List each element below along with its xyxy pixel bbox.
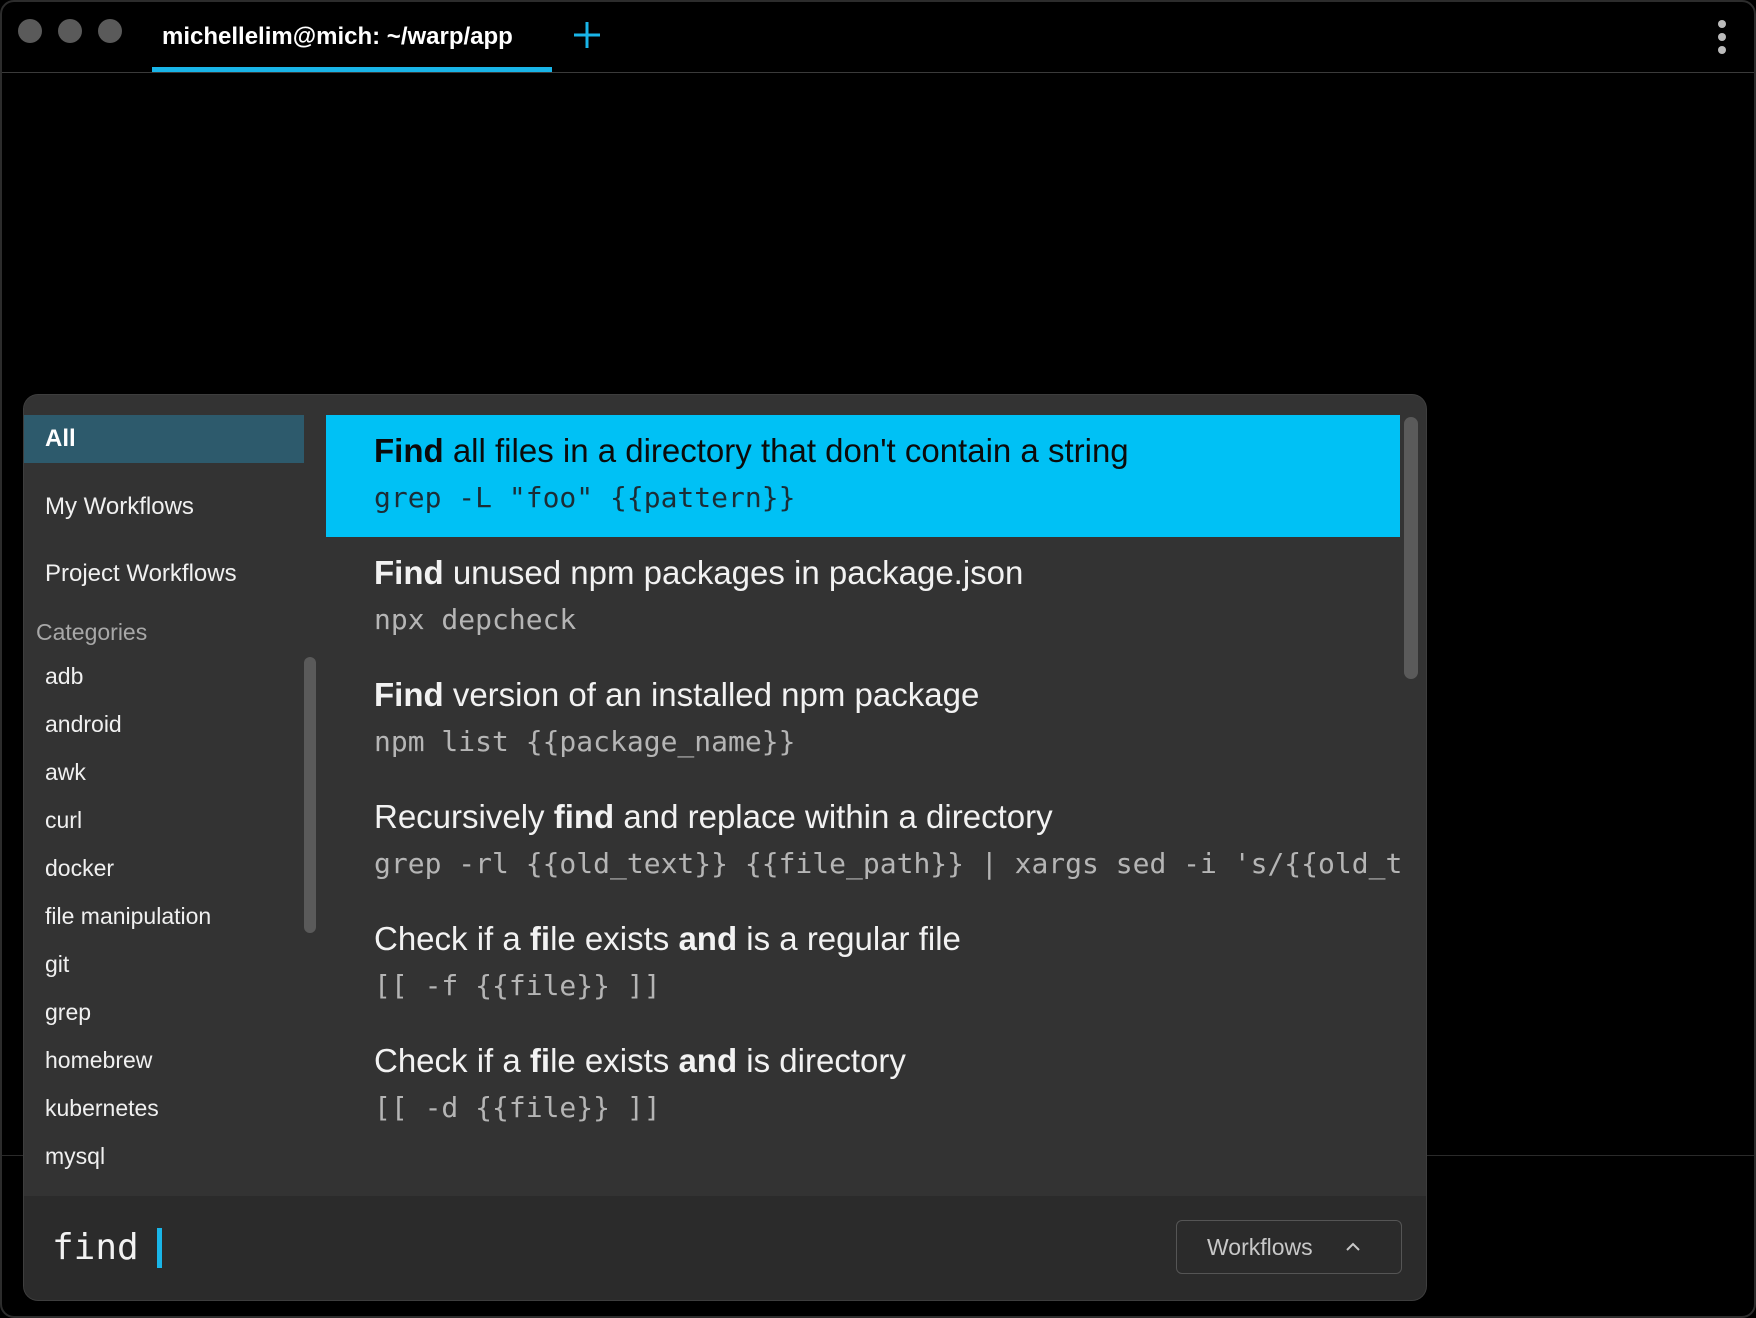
zoom-window-button[interactable] [98,19,122,43]
workflow-title-segment: and replace within a directory [614,798,1053,835]
category-item-docker[interactable]: docker [45,853,114,883]
categories-header: Categories [36,619,148,645]
sidebar-item-project-workflows[interactable]: Project Workflows [24,550,304,598]
category-item-mysql[interactable]: mysql [45,1141,105,1171]
category-item-curl[interactable]: curl [45,805,82,835]
workflow-title-segment: unused npm packages in package.json [443,554,1024,591]
workflow-command: [[ -f {{file}} ]] [374,969,661,1002]
workflow-result[interactable]: Check if a file exists and is directory … [326,1025,1400,1147]
workflows-mode-button[interactable]: Workflows [1176,1220,1402,1274]
category-item-git[interactable]: git [45,949,69,979]
workflow-title-segment: is directory [737,1042,906,1079]
close-window-button[interactable] [18,19,42,43]
workflow-command: [[ -d {{file}} ]] [374,1091,661,1124]
workflow-result[interactable]: Find all files in a directory that don't… [326,415,1400,537]
workflow-command: grep -L "foo" {{pattern}} [374,481,796,514]
workflow-title-segment: version of an installed npm package [443,676,980,713]
text-cursor [157,1228,162,1268]
workflow-title-segment: Check if a [374,920,530,957]
workflow-title-segment: fi [529,920,551,957]
category-item-adb[interactable]: adb [45,661,83,691]
results-scrollbar[interactable] [1404,417,1418,679]
workflow-results-list: Find all files in a directory that don't… [326,415,1402,1195]
workflow-result[interactable]: Recursively find and replace within a di… [326,781,1400,903]
workflows-panel: All My Workflows Project Workflows Categ… [24,395,1426,1300]
chevron-up-icon [1346,1242,1360,1251]
kebab-menu-icon[interactable] [1716,20,1728,60]
workflow-title-segment: Find [374,676,444,713]
title-bar: michellelim@mich: ~/warp/app [2,2,1754,73]
workflow-title: Find unused npm packages in package.json [374,553,1023,593]
category-item-awk[interactable]: awk [45,757,86,787]
workflow-command: npx depcheck [374,603,577,636]
workflow-title: Check if a file exists and is a regular … [374,919,961,959]
category-item-android[interactable]: android [45,709,122,739]
workflow-title-segment: and [678,920,738,957]
workflow-title: Find all files in a directory that don't… [374,431,1129,471]
category-item-homebrew[interactable]: homebrew [45,1045,152,1075]
workflow-title: Check if a file exists and is directory [374,1041,906,1081]
workflow-result[interactable]: Check if a file exists and is a regular … [326,903,1400,1025]
workflows-sidebar: All My Workflows Project Workflows Categ… [24,395,320,1195]
workflow-title-segment: le exists [550,920,679,957]
workflow-result[interactable]: Find version of an installed npm package… [326,659,1400,781]
sidebar-item-my-workflows[interactable]: My Workflows [24,483,304,531]
workflow-title: Recursively find and replace within a di… [374,797,1053,837]
workflow-title-segment: le exists [550,1042,679,1079]
workflow-title: Find version of an installed npm package [374,675,979,715]
workflow-title-segment: all files in a directory that don't cont… [443,432,1129,469]
workflow-title-segment: Recursively [374,798,554,835]
workflow-title-segment: Check if a [374,1042,530,1079]
workflow-title-segment: and [678,1042,738,1079]
mode-button-label: Workflows [1207,1234,1313,1260]
sidebar-item-all[interactable]: All [24,415,304,463]
workflow-title-segment: find [553,798,615,835]
sidebar-scrollbar[interactable] [304,657,316,933]
category-item-grep[interactable]: grep [45,997,91,1027]
workflow-title-segment: Find [374,432,444,469]
workflow-title-segment: Find [374,554,444,591]
workflow-command: grep -rl {{old_text}} {{file_path}} | xa… [374,847,1400,880]
tab-current-session[interactable]: michellelim@mich: ~/warp/app [152,2,552,72]
category-item-kubernetes[interactable]: kubernetes [45,1093,159,1123]
workflow-command: npm list {{package_name}} [374,725,796,758]
workflow-title-segment: fi [529,1042,551,1079]
plus-icon[interactable] [570,18,604,52]
workflow-title-segment: is a regular file [737,920,961,957]
category-item-file-manipulation[interactable]: file manipulation [45,901,211,931]
search-input[interactable]: find [52,1220,139,1276]
terminal-window: michellelim@mich: ~/warp/app All My Work… [0,0,1756,1318]
workflow-result[interactable]: Find unused npm packages in package.json… [326,537,1400,659]
search-footer: find Workflows [24,1196,1426,1300]
minimize-window-button[interactable] [58,19,82,43]
